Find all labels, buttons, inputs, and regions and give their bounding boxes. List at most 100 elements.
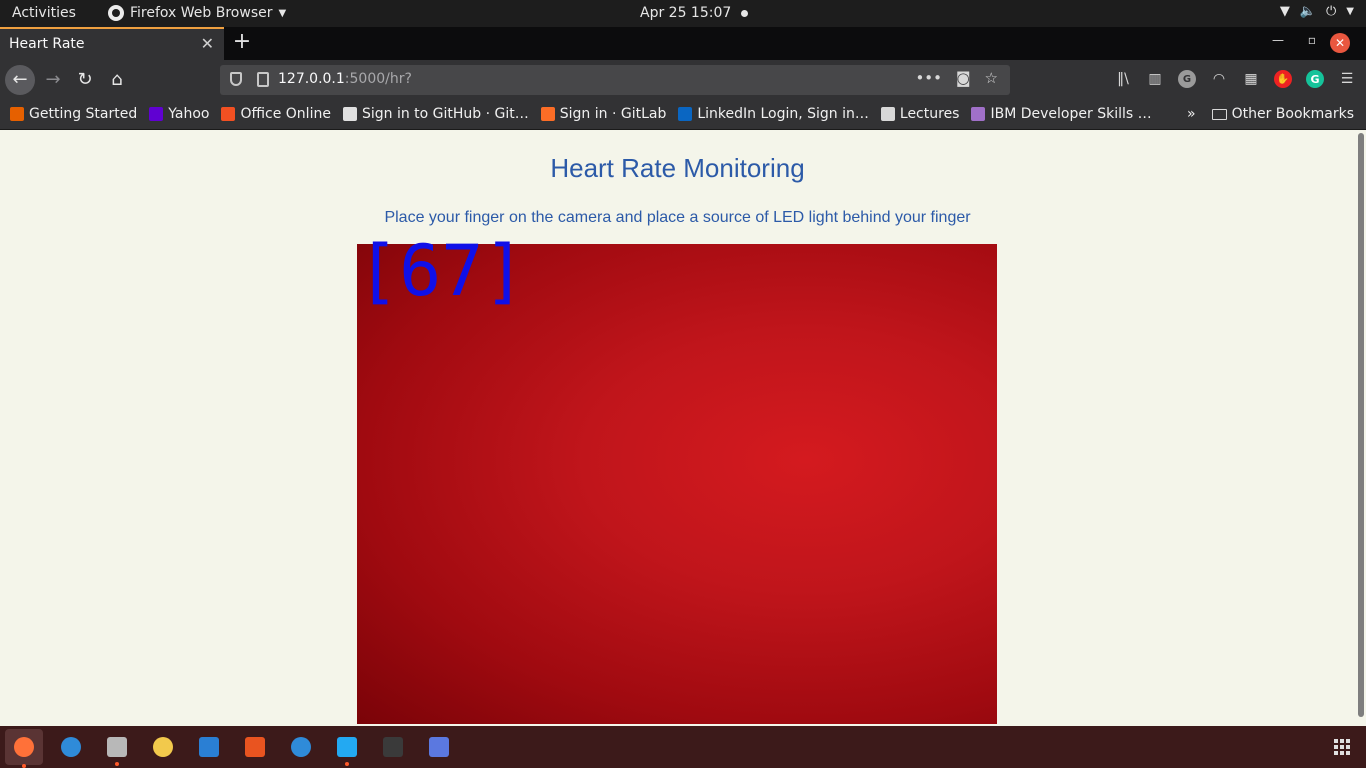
scrollbar-thumb[interactable]	[1358, 133, 1364, 717]
library-icon[interactable]: ‖\	[1114, 70, 1132, 88]
tracking-shield-icon[interactable]	[230, 72, 242, 86]
dock-rhythmbox-icon[interactable]	[147, 731, 179, 763]
tab-strip: Heart Rate ✕ + — ▫ ✕	[0, 27, 1366, 60]
bookmark-favicon-icon	[880, 107, 895, 121]
volume-icon: 🔈	[1299, 4, 1316, 19]
new-tab-button[interactable]: +	[230, 29, 254, 54]
bookmark-favicon-icon	[678, 107, 693, 121]
dock-thunderbird-icon[interactable]	[55, 731, 87, 763]
forward-button[interactable]: →	[38, 65, 68, 95]
bookmark-label: Lectures	[899, 106, 960, 122]
bookmark-favicon-icon	[540, 107, 555, 121]
power-icon: ⏻	[1326, 4, 1337, 19]
dock-terminal-icon[interactable]	[377, 731, 409, 763]
bookmark-label: Sign in to GitHub · Git…	[361, 106, 529, 122]
dock-files-icon[interactable]	[101, 731, 133, 766]
firefox-glyph	[14, 737, 34, 757]
dock-firefox-icon[interactable]	[5, 729, 43, 768]
camera-feed: [67]	[357, 236, 997, 724]
url-text[interactable]: 127.0.0.1:5000/hr?	[278, 71, 412, 87]
bookmark-label: Yahoo	[168, 106, 210, 122]
wifi-icon: ▼	[1279, 4, 1290, 19]
other-bookmarks-folder[interactable]: Other Bookmarks	[1211, 106, 1354, 122]
grammarly-icon[interactable]: G	[1306, 70, 1324, 88]
url-bar[interactable]: 127.0.0.1:5000/hr? ••• ◙ ☆	[220, 65, 1010, 95]
system-top-bar: Activities Firefox Web Browser ▼ Apr 25 …	[0, 0, 1366, 27]
app-menu[interactable]: Firefox Web Browser ▼	[108, 5, 286, 21]
bookmark-favicon-icon	[971, 107, 986, 121]
bookmark-item[interactable]: LinkedIn Login, Sign in…	[678, 106, 869, 122]
app-menu-label: Firefox Web Browser	[130, 5, 273, 21]
extension-grid-icon[interactable]: ▦	[1242, 70, 1260, 88]
running-indicator	[22, 764, 26, 768]
running-indicator	[115, 762, 119, 766]
dock	[0, 726, 1366, 768]
tab-heart-rate[interactable]: Heart Rate ✕	[0, 27, 224, 60]
bookmark-item[interactable]: Sign in to GitHub · Git…	[342, 106, 529, 122]
other-bookmarks-label: Other Bookmarks	[1231, 106, 1354, 122]
bookmark-item[interactable]: Office Online	[221, 106, 331, 122]
vscode-glyph	[337, 737, 357, 757]
clock-label: Apr 25 15:07	[640, 5, 732, 21]
dock-vscode-icon[interactable]	[331, 731, 363, 766]
home-button[interactable]: ⌂	[102, 65, 132, 95]
page-title: Heart Rate Monitoring	[550, 153, 805, 183]
bookmarks-right: » Other Bookmarks	[1187, 106, 1354, 122]
bookmarks-bar: Getting Started Yahoo Office Online Sign in…	[0, 100, 1366, 130]
bookmark-item[interactable]: Lectures	[880, 106, 960, 122]
bookmarks-overflow-button[interactable]: »	[1187, 106, 1196, 122]
pocket-icon[interactable]: ◙	[956, 69, 971, 87]
notification-dot-icon	[741, 9, 749, 17]
clock[interactable]: Apr 25 15:07	[640, 5, 749, 21]
screenshot-glyph	[429, 737, 449, 757]
page-subtitle: Place your finger on the camera and plac…	[384, 209, 971, 226]
chevron-down-icon: ▼	[278, 7, 287, 19]
hamburger-menu-icon[interactable]: ☰	[1338, 70, 1356, 88]
running-indicator	[345, 762, 349, 766]
reload-button[interactable]: ↻	[70, 65, 100, 95]
page-info-icon[interactable]	[257, 72, 269, 87]
window-close-button[interactable]: ✕	[1330, 33, 1350, 53]
tab-title: Heart Rate	[9, 36, 85, 52]
dock-help-icon[interactable]	[285, 731, 317, 763]
close-tab-icon[interactable]: ✕	[201, 34, 214, 53]
sidebar-icon[interactable]: ▥	[1146, 70, 1164, 88]
dock-writer-icon[interactable]	[193, 731, 225, 763]
dock-screenshot-icon[interactable]	[423, 731, 455, 763]
show-applications-icon[interactable]	[1334, 739, 1350, 755]
help-glyph	[291, 737, 311, 757]
url-host: 127.0.0.1	[278, 71, 345, 87]
url-path: :5000/hr?	[344, 71, 412, 87]
extension-g-icon[interactable]: G	[1178, 70, 1196, 88]
restore-icon[interactable]: ▫	[1308, 33, 1316, 47]
dock-software-icon[interactable]	[239, 731, 271, 763]
bookmark-label: LinkedIn Login, Sign in…	[697, 106, 869, 122]
minimize-icon[interactable]: —	[1272, 33, 1284, 47]
heart-rate-overlay: [67]	[357, 230, 526, 312]
page-viewport: Heart Rate Monitoring Place your finger …	[0, 130, 1355, 726]
files-glyph	[107, 737, 127, 757]
page-actions-icon[interactable]: •••	[915, 69, 942, 87]
extension-mask-icon[interactable]: ◠	[1210, 70, 1228, 88]
bookmark-item[interactable]: IBM Developer Skills …	[971, 106, 1152, 122]
rhythmbox-glyph	[153, 737, 173, 757]
url-actions: ••• ◙ ☆	[915, 69, 998, 87]
ublock-icon[interactable]: ✋	[1274, 70, 1292, 88]
bookmark-favicon-icon	[221, 107, 236, 121]
software-glyph	[245, 737, 265, 757]
bookmark-favicon-icon	[149, 107, 164, 121]
bookmark-item[interactable]: Sign in · GitLab	[540, 106, 667, 122]
terminal-glyph	[383, 737, 403, 757]
activities-button[interactable]: Activities	[12, 5, 76, 21]
bookmark-label: Sign in · GitLab	[559, 106, 667, 122]
back-button[interactable]: ←	[5, 65, 35, 95]
bookmark-star-icon[interactable]: ☆	[985, 69, 998, 87]
bookmark-label: Office Online	[240, 106, 331, 122]
firefox-icon	[108, 5, 124, 21]
bookmark-item[interactable]: Yahoo	[149, 106, 209, 122]
thunderbird-glyph	[61, 737, 81, 757]
page-scrollbar[interactable]	[1355, 130, 1366, 726]
toolbar-right: ‖\ ▥ G ◠ ▦ ✋ G ☰	[1114, 70, 1356, 88]
system-tray[interactable]: ▼ 🔈 ⏻ ▼	[1280, 4, 1354, 19]
bookmark-item[interactable]: Getting Started	[10, 106, 137, 122]
